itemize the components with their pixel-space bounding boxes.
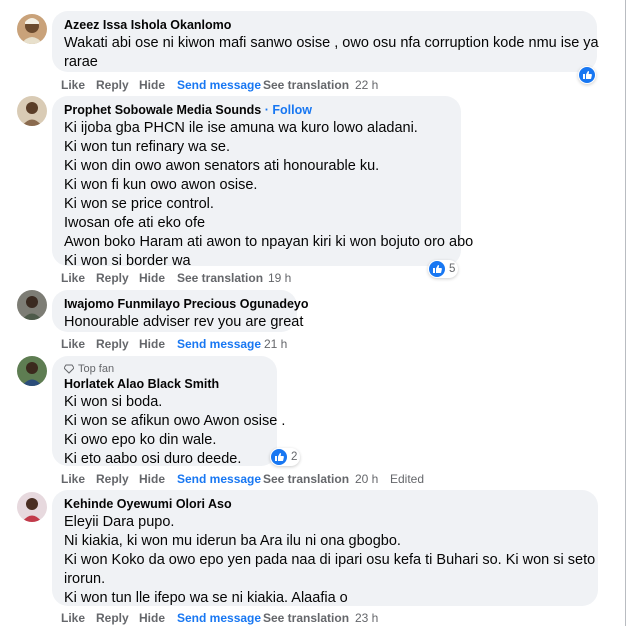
commenter-name[interactable]: Iwajomo Funmilayo Precious Ogunadeyo: [64, 296, 309, 313]
comment-bubble: Iwajomo Funmilayo Precious Ogunadeyo Hon…: [52, 290, 309, 332]
hide-link[interactable]: Hide: [139, 337, 165, 351]
avatar[interactable]: [17, 492, 47, 522]
like-link[interactable]: Like: [61, 472, 85, 486]
reply-link[interactable]: Reply: [96, 78, 129, 92]
comment-text: Ki won tun refinary wa se.: [64, 139, 231, 155]
timestamp[interactable]: 23 h: [355, 611, 378, 625]
comment-text: Ni kiakia, ki won mu iderun ba Ara ilu n…: [64, 533, 401, 549]
send-message-link[interactable]: Send message: [177, 472, 261, 486]
avatar[interactable]: [17, 356, 47, 386]
commenter-name[interactable]: Kehinde Oyewumi Olori Aso: [64, 496, 586, 513]
timestamp[interactable]: 20 h: [355, 472, 378, 486]
reply-link[interactable]: Reply: [96, 271, 129, 285]
comment-text: Ki won se afikun owo Awon osise .: [64, 413, 286, 429]
timestamp[interactable]: 19 h: [268, 271, 291, 285]
comment-text: Ki eto aabo osi duro deede.: [64, 451, 242, 467]
send-message-link[interactable]: Send message: [177, 611, 261, 625]
send-message-link[interactable]: Send message: [177, 337, 261, 351]
hide-link[interactable]: Hide: [139, 271, 165, 285]
avatar[interactable]: [17, 96, 47, 126]
comments-panel: Azeez Issa Ishola Okanlomo Wakati abi os…: [0, 0, 626, 626]
top-fan-label: Top fan: [78, 363, 115, 375]
comment-text: Iwosan ofe ati eko ofe: [64, 215, 206, 231]
timestamp[interactable]: 22 h: [355, 78, 378, 92]
avatar[interactable]: [17, 14, 47, 44]
comment-text: Ki won tun lle ifepo wa se ni kiakia. Al…: [64, 590, 348, 606]
comment-bubble: Prophet Sobowale Media Sounds · Follow K…: [52, 96, 474, 269]
hide-link[interactable]: Hide: [139, 472, 165, 486]
reaction-count: 2: [291, 451, 298, 463]
comment-text: Ki won se price control.: [64, 196, 214, 212]
hide-link[interactable]: Hide: [139, 611, 165, 625]
send-message-link[interactable]: Send message: [177, 78, 261, 92]
reaction-summary[interactable]: 2: [270, 448, 301, 466]
like-link[interactable]: Like: [61, 271, 85, 285]
commenter-name[interactable]: Azeez Issa Ishola Okanlomo: [64, 17, 585, 34]
comment-actions: Like Reply Hide Send message 21 h: [61, 337, 621, 351]
comment-actions: Like Reply Hide See translation 19 h: [61, 271, 621, 285]
comment-text: Ki owo epo ko din wale.: [64, 432, 217, 448]
comment-text: rarae: [64, 54, 98, 70]
comment-text: Honourable adviser rev you are great: [64, 314, 304, 330]
comment-actions: Like Reply Hide Send message See transla…: [61, 472, 621, 486]
top-fan-badge: Top fan: [64, 362, 265, 376]
comment-bubble: Top fan Horlatek Alao Black Smith Ki won…: [52, 356, 286, 467]
timestamp[interactable]: 21 h: [264, 337, 287, 351]
comment-text: Ki won fi kun owo awon osise.: [64, 177, 258, 193]
see-translation-link[interactable]: See translation: [263, 611, 349, 625]
comment-bubble: Kehinde Oyewumi Olori Aso Eleyii Dara pu…: [52, 490, 598, 606]
see-translation-link[interactable]: See translation: [263, 472, 349, 486]
reply-link[interactable]: Reply: [96, 337, 129, 351]
comment-text: Wakati abi ose ni kiwon mafi sanwo osise…: [64, 35, 599, 51]
hide-link[interactable]: Hide: [139, 78, 165, 92]
comment-text: Awon boko Haram ati awon to npayan kiri …: [64, 234, 474, 250]
comment-actions: Like Reply Hide Send message See transla…: [61, 78, 621, 92]
reply-link[interactable]: Reply: [96, 472, 129, 486]
commenter-name[interactable]: Prophet Sobowale Media Sounds: [64, 103, 261, 117]
follow-button[interactable]: · Follow: [265, 103, 312, 117]
comment-text: Eleyii Dara pupo.: [64, 514, 175, 530]
like-link[interactable]: Like: [61, 337, 85, 351]
commenter-name[interactable]: Horlatek Alao Black Smith: [64, 376, 265, 393]
reply-link[interactable]: Reply: [96, 611, 129, 625]
comment-text: Ki won din owo awon senators ati honoura…: [64, 158, 380, 174]
comment-actions: Like Reply Hide Send message See transla…: [61, 611, 621, 625]
comment-text: Ki won Koko da owo epo yen pada naa di i…: [64, 552, 596, 568]
like-icon: [271, 449, 287, 465]
edited-label[interactable]: Edited: [390, 472, 424, 486]
avatar[interactable]: [17, 290, 47, 320]
see-translation-link[interactable]: See translation: [177, 271, 263, 285]
like-link[interactable]: Like: [61, 611, 85, 625]
comment-bubble: Azeez Issa Ishola Okanlomo Wakati abi os…: [52, 11, 599, 72]
comment-text: Ki ijoba gba PHCN ile ise amuna wa kuro …: [64, 120, 418, 136]
comment-text: Ki won si border wa: [64, 253, 191, 269]
commenter-name-row: Prophet Sobowale Media Sounds · Follow: [64, 102, 449, 119]
see-translation-link[interactable]: See translation: [263, 78, 349, 92]
like-link[interactable]: Like: [61, 78, 85, 92]
comment-text: Ki won si boda.: [64, 394, 163, 410]
comment-text: irorun.: [64, 571, 106, 587]
diamond-icon: [64, 364, 74, 374]
